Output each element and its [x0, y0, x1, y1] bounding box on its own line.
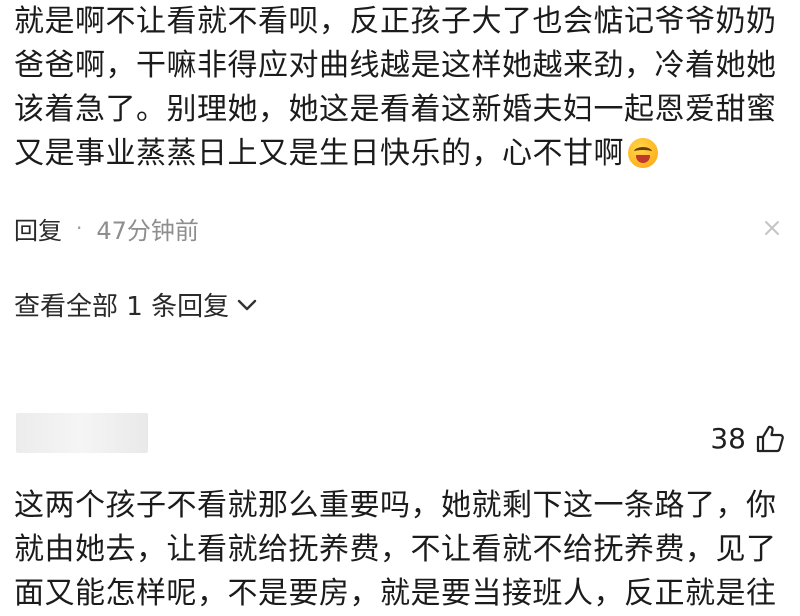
blurred-username — [16, 413, 148, 453]
view-all-replies-button[interactable]: 查看全部 1 条回复 — [14, 286, 257, 323]
thumb-up-icon — [756, 425, 784, 452]
laughing-emoji-icon — [628, 138, 658, 168]
like-button[interactable]: 38 — [710, 422, 786, 455]
like-count: 38 — [710, 422, 746, 455]
chevron-down-icon — [237, 299, 257, 310]
comment-text: 这两个孩子不看就那么重要吗，她就剩下这一条路了，你就由她去，让看就给抚养费，不让… — [14, 488, 777, 611]
reply-button[interactable]: 回复 — [14, 211, 62, 246]
view-replies-label: 查看全部 1 条回复 — [14, 292, 230, 322]
separator-dot: · — [76, 216, 83, 240]
comment-text: 就是啊不让看就不看呗，反正孩子大了也会惦记爷爷奶奶爸爸啊，干嘛非得应对曲线越是这… — [14, 0, 794, 176]
comment-meta: 回复 · 47分钟前 — [14, 211, 199, 245]
timestamp: 47分钟前 — [96, 216, 199, 245]
close-icon[interactable] — [762, 218, 782, 238]
comment-body: 就是啊不让看就不看呗，反正孩子大了也会惦记爷爷奶奶爸爸啊，干嘛非得应对曲线越是这… — [14, 4, 777, 171]
